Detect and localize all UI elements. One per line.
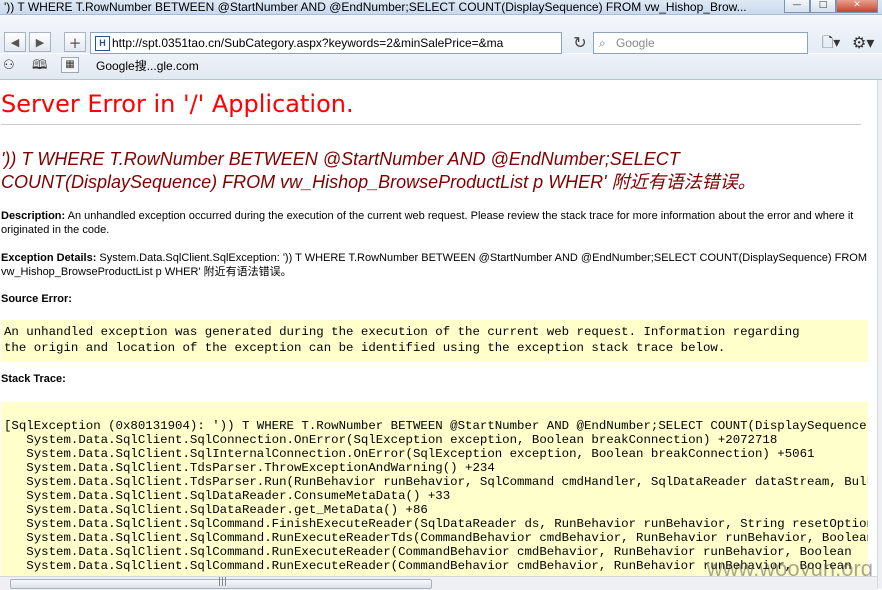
exception-details-block: Exception Details: System.Data.SqlClient…	[1, 251, 871, 279]
stack-trace-box: [SqlException (0x80131904): ')) T WHERE …	[1, 402, 868, 576]
search-input[interactable]: ⌕ Google	[593, 32, 808, 54]
search-placeholder: Google	[616, 36, 655, 50]
back-button[interactable]: ◀	[4, 32, 26, 52]
page-title: Server Error in '/' Application.	[1, 90, 861, 125]
watermark-text: www.wooyun.org	[706, 556, 873, 576]
page-icon: 🗋▾	[822, 35, 841, 51]
minimize-button[interactable]: —	[784, 0, 810, 13]
forward-arrow-icon: ▶	[35, 36, 45, 49]
window-title-bar: ')) T WHERE T.RowNumber BETWEEN @StartNu…	[0, 0, 882, 15]
stack-trace-heading: Stack Trace:	[1, 373, 66, 385]
horizontal-scrollbar[interactable]: |||	[0, 576, 877, 590]
url-text[interactable]: http://spt.0351tao.cn/SubCategory.aspx?k…	[112, 33, 558, 54]
close-window-button[interactable]: ✕	[836, 0, 878, 13]
tools-menu-button[interactable]: ⚙▾	[852, 32, 874, 54]
site-favicon-icon: H	[95, 36, 110, 51]
window-title: ')) T WHERE T.RowNumber BETWEEN @StartNu…	[4, 0, 747, 14]
gear-icon: ⚙▾	[852, 33, 875, 52]
vertical-scrollbar[interactable]	[877, 80, 882, 589]
bookmarks-bar: ⚇ 🕮 ▦ Google搜...gle.com	[0, 54, 882, 80]
exception-label: Exception Details:	[1, 252, 97, 264]
forward-button[interactable]: ▶	[29, 32, 51, 52]
error-title: ')) T WHERE T.RowNumber BETWEEN @StartNu…	[1, 149, 756, 192]
exception-text: System.Data.SqlClient.SqlException: ')) …	[1, 252, 867, 278]
source-error-heading: Source Error:	[1, 293, 72, 305]
page-content: Server Error in '/' Application. ')) T W…	[0, 80, 877, 576]
navigation-toolbar: ◀ ▶ + H http://spt.0351tao.cn/SubCategor…	[0, 15, 882, 54]
apps-grid-icon[interactable]: ▦	[61, 57, 79, 73]
glasses-icon[interactable]: ⚇	[3, 58, 15, 74]
description-label: Description:	[1, 210, 66, 222]
source-error-box: An unhandled exception was generated dur…	[1, 320, 868, 362]
back-arrow-icon: ◀	[10, 36, 20, 49]
maximize-button[interactable]: □	[810, 0, 836, 13]
reload-icon: ↻	[573, 33, 587, 52]
description-text: An unhandled exception occurred during t…	[1, 210, 854, 236]
plus-icon: +	[68, 34, 82, 52]
new-tab-button[interactable]: +	[64, 32, 86, 52]
bookmark-google[interactable]: Google搜...gle.com	[96, 58, 199, 74]
description-block: Description: An unhandled exception occu…	[1, 209, 871, 237]
page-menu-button[interactable]: 🗋▾	[822, 32, 840, 54]
reload-button[interactable]: ↻	[570, 32, 590, 54]
search-icon: ⌕	[599, 36, 606, 50]
window-controls: — □ ✕	[784, 0, 878, 13]
book-icon[interactable]: 🕮	[32, 58, 47, 74]
scroll-grip-icon: |||	[218, 577, 228, 587]
address-bar[interactable]: H http://spt.0351tao.cn/SubCategory.aspx…	[90, 32, 562, 54]
